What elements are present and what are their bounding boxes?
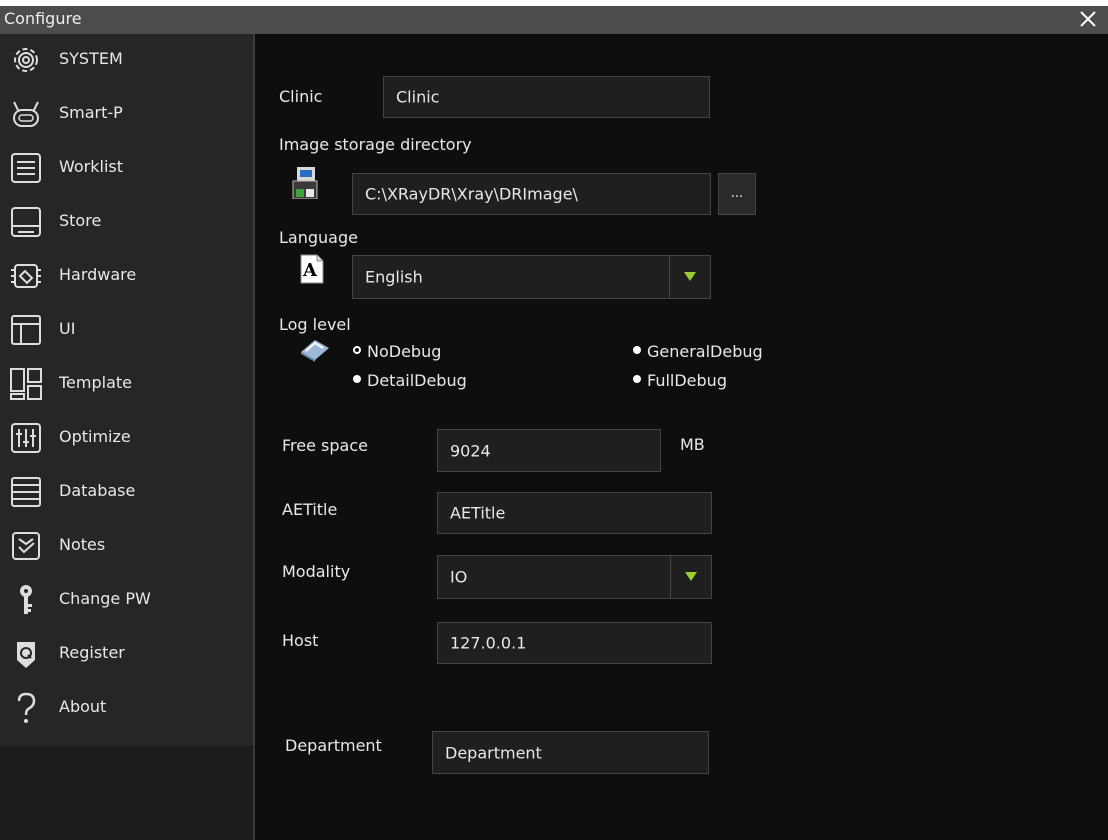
sidebar-item-label: About xyxy=(59,697,107,716)
key-icon xyxy=(8,582,44,618)
close-icon xyxy=(1080,11,1096,27)
browse-button[interactable]: ... xyxy=(718,173,756,215)
sidebar-item-worklist[interactable]: Worklist xyxy=(0,142,253,196)
sidebar-item-system[interactable]: SYSTEM xyxy=(0,34,253,88)
department-label: Department xyxy=(285,736,382,755)
storage-directory-label: Image storage directory xyxy=(279,135,472,154)
sidebar-item-label: Notes xyxy=(59,535,106,554)
dropdown-arrow[interactable] xyxy=(669,256,710,298)
host-label: Host xyxy=(282,631,319,650)
sidebar-item-hardware[interactable]: Hardware xyxy=(0,250,253,304)
sidebar-item-notes[interactable]: Notes xyxy=(0,520,253,574)
sidebar-item-register[interactable]: Register xyxy=(0,628,253,682)
close-button[interactable] xyxy=(1078,5,1102,31)
modality-dropdown[interactable]: IO xyxy=(437,555,712,599)
sidebar-item-label: Database xyxy=(59,481,136,500)
sidebar-item-label: Store xyxy=(59,211,102,230)
window-title: Configure xyxy=(4,9,82,28)
sidebar: SYSTEM Smart-P Worklist Store Hardware U… xyxy=(0,34,253,746)
aetitle-input[interactable]: AETitle xyxy=(437,492,712,534)
language-dropdown[interactable]: English xyxy=(352,255,711,299)
register-icon xyxy=(8,636,44,672)
clinic-label: Clinic xyxy=(279,87,323,106)
floppy-disk-icon xyxy=(292,167,322,203)
sidebar-item-label: Change PW xyxy=(59,589,151,608)
sidebar-item-label: SYSTEM xyxy=(59,49,123,68)
database-icon xyxy=(8,474,44,510)
sidebar-item-ui[interactable]: UI xyxy=(0,304,253,358)
log-level-icon xyxy=(299,338,331,366)
svg-text:A: A xyxy=(302,260,318,281)
sidebar-item-template[interactable]: Template xyxy=(0,358,253,412)
sidebar-item-change-pw[interactable]: Change PW xyxy=(0,574,253,628)
hardware-icon xyxy=(8,258,44,294)
sidebar-item-optimize[interactable]: Optimize xyxy=(0,412,253,466)
checklist-icon xyxy=(8,528,44,564)
sidebar-item-label: Smart-P xyxy=(59,103,123,122)
chevron-down-icon xyxy=(685,572,697,581)
template-icon xyxy=(8,366,44,402)
sliders-icon xyxy=(8,420,44,456)
aetitle-label: AETitle xyxy=(282,500,338,519)
chevron-down-icon xyxy=(684,272,696,281)
question-icon xyxy=(8,690,44,726)
sidebar-item-label: Hardware xyxy=(59,265,137,284)
layout-icon xyxy=(8,312,44,348)
sidebar-item-label: UI xyxy=(59,319,76,338)
radio-indicator xyxy=(353,375,361,383)
storage-directory-input[interactable]: C:\XRayDR\Xray\DRImage\ xyxy=(352,173,711,215)
modality-label: Modality xyxy=(282,562,351,581)
sidebar-item-label: Worklist xyxy=(59,157,124,176)
sidebar-item-smart-p[interactable]: Smart-P xyxy=(0,88,253,142)
sidebar-item-label: Register xyxy=(59,643,125,662)
sidebar-item-store[interactable]: Store xyxy=(0,196,253,250)
sidebar-item-label: Template xyxy=(59,373,133,392)
sidebar-footer xyxy=(0,746,253,840)
system-settings-panel: Clinic Clinic Image storage directory C:… xyxy=(255,34,1108,840)
host-input[interactable]: 127.0.0.1 xyxy=(437,622,712,664)
sidebar-item-database[interactable]: Database xyxy=(0,466,253,520)
sidebar-item-about[interactable]: About xyxy=(0,682,253,736)
font-icon: A xyxy=(300,254,324,288)
sidebar-item-label: Optimize xyxy=(59,427,131,446)
gear-icon xyxy=(8,42,44,78)
free-space-label: Free space xyxy=(282,436,368,455)
radio-indicator xyxy=(633,375,641,383)
log-level-label: Log level xyxy=(279,315,351,334)
language-label: Language xyxy=(279,228,358,247)
configure-window: SYSTEM Smart-P Worklist Store Hardware U… xyxy=(0,34,1108,840)
dropdown-arrow[interactable] xyxy=(670,556,711,598)
radio-indicator xyxy=(633,346,641,354)
title-bar: Configure xyxy=(0,6,1108,34)
free-space-input[interactable]: 9024 xyxy=(437,429,661,472)
storage-icon xyxy=(8,204,44,240)
radio-indicator xyxy=(353,346,361,354)
clinic-input[interactable]: Clinic xyxy=(383,76,710,118)
department-input[interactable]: Department xyxy=(432,731,709,774)
list-icon xyxy=(8,150,44,186)
free-space-unit: MB xyxy=(680,435,705,454)
robot-icon xyxy=(8,96,44,132)
